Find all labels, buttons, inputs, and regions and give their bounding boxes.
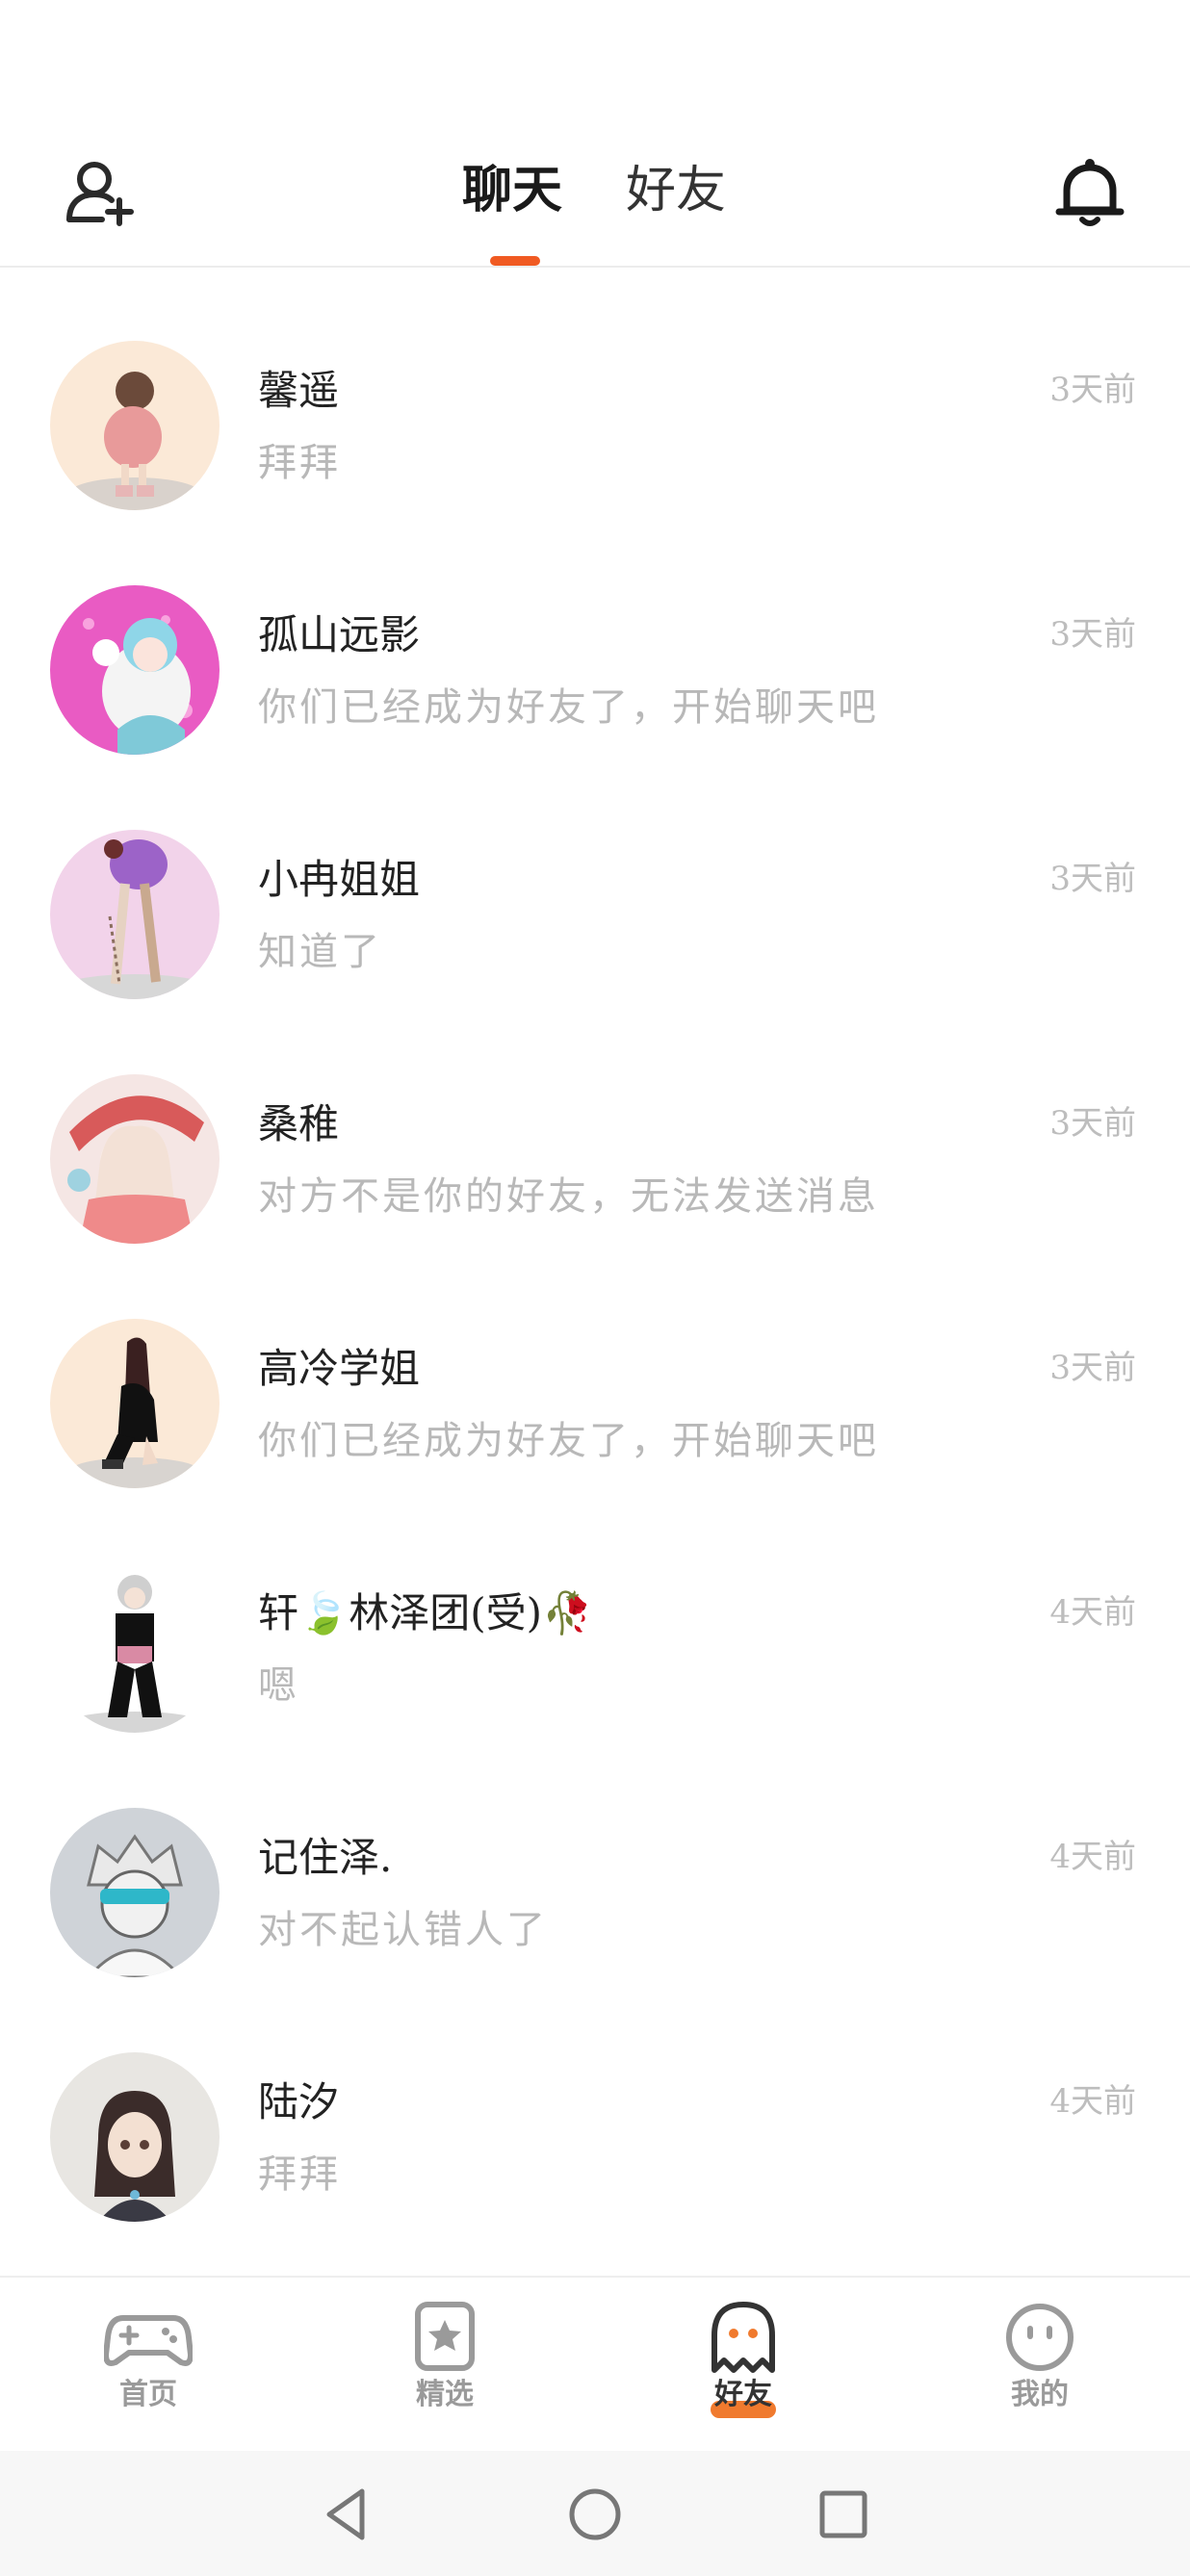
nav-me[interactable]: 我的 (944, 2299, 1136, 2443)
status-bar (0, 0, 1190, 135)
message-time: 3天前 (1049, 371, 1136, 409)
message-time: 4天前 (1049, 1593, 1136, 1632)
active-tab-indicator (490, 256, 540, 266)
back-icon[interactable] (318, 2486, 375, 2543)
nav-label: 首页 (119, 2378, 177, 2411)
contact-name: 孤山远影 (258, 611, 421, 658)
chat-item[interactable]: 桑稚 对方不是你的好友，无法发送消息 3天前 (0, 1003, 1190, 1248)
avatar[interactable] (50, 585, 220, 755)
chat-item[interactable]: 孤山远影 你们已经成为好友了，开始聊天吧 3天前 (0, 514, 1190, 759)
avatar[interactable] (50, 1074, 220, 1244)
message-preview: 知道了 (258, 930, 382, 974)
chat-item[interactable]: 小冉姐姐 知道了 3天前 (0, 759, 1190, 1003)
contact-name: 小冉姐姐 (258, 856, 421, 903)
contact-name: 陆汐 (258, 2078, 340, 2125)
system-nav-bar (0, 2451, 1190, 2576)
avatar[interactable] (50, 1808, 220, 1977)
message-time: 3天前 (1049, 860, 1136, 898)
contact-name: 桑稚 (258, 1100, 340, 1147)
message-preview: 你们已经成为好友了，开始聊天吧 (258, 1419, 879, 1463)
message-preview: 拜拜 (258, 441, 341, 485)
chat-list: 馨遥 拜拜 3天前 孤山远影 你们已经成为好友了，开始聊天吧 3天前 小冉姐姐 … (0, 270, 1190, 2226)
message-preview: 你们已经成为好友了，开始聊天吧 (258, 685, 879, 730)
avatar[interactable] (50, 830, 220, 999)
nav-home[interactable]: 首页 (52, 2299, 245, 2443)
contact-name: 轩🍃林泽团(受)🥀 (258, 1589, 593, 1636)
ghost-icon (711, 2302, 775, 2373)
chat-tabs: 聊天 好友 (0, 135, 1190, 268)
nav-label: 我的 (1011, 2378, 1069, 2411)
message-preview: 对方不是你的好友，无法发送消息 (258, 1174, 879, 1219)
bell-icon[interactable] (1051, 154, 1128, 231)
chat-item[interactable]: 高冷学姐 你们已经成为好友了，开始聊天吧 3天前 (0, 1248, 1190, 1492)
nav-label: 精选 (416, 2378, 474, 2411)
home-icon[interactable] (566, 2486, 624, 2543)
nav-label: 好友 (647, 2376, 840, 2418)
smiley-icon (1006, 2304, 1074, 2371)
avatar[interactable] (50, 341, 220, 510)
avatar[interactable] (50, 2052, 220, 2222)
contact-name: 记住泽. (258, 1834, 393, 1881)
nav-featured[interactable]: 精选 (349, 2299, 541, 2443)
gamepad-icon (104, 2315, 193, 2366)
avatar[interactable] (50, 1319, 220, 1488)
message-time: 4天前 (1049, 2082, 1136, 2121)
contact-name: 馨遥 (258, 367, 340, 414)
recents-icon[interactable] (815, 2486, 872, 2543)
bottom-nav: 首页 精选 好友 我的 (0, 2276, 1190, 2451)
message-preview: 对不起认错人了 (258, 1908, 548, 1952)
message-time: 3天前 (1049, 1349, 1136, 1387)
message-time: 3天前 (1049, 1104, 1136, 1143)
message-time: 4天前 (1049, 1838, 1136, 1876)
avatar[interactable] (50, 1563, 220, 1733)
message-preview: 拜拜 (258, 2152, 341, 2197)
nav-friends[interactable]: 好友 (647, 2299, 840, 2443)
chat-item[interactable]: 轩🍃林泽团(受)🥀 嗯 4天前 (0, 1492, 1190, 1737)
star-bookmark-icon (415, 2302, 475, 2371)
tab-friends[interactable]: 好友 (626, 160, 726, 221)
contact-name: 高冷学姐 (258, 1345, 421, 1392)
message-preview: 嗯 (258, 1663, 299, 1708)
chat-item[interactable]: 记住泽. 对不起认错人了 4天前 (0, 1737, 1190, 1981)
tab-chat[interactable]: 聊天 (462, 160, 562, 221)
chat-item[interactable]: 陆汐 拜拜 4天前 (0, 1981, 1190, 2226)
message-time: 3天前 (1049, 615, 1136, 654)
chat-item[interactable]: 馨遥 拜拜 3天前 (0, 270, 1190, 514)
top-header: 聊天 好友 (0, 135, 1190, 268)
